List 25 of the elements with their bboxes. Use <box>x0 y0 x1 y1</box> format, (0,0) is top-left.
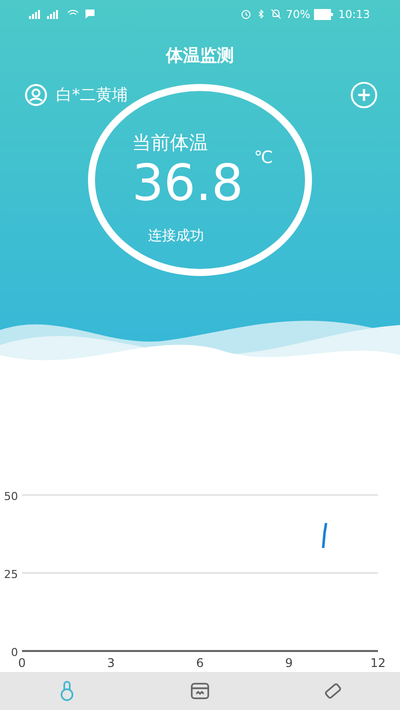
inbox-tab-icon[interactable] <box>188 680 211 702</box>
user-name[interactable]: 白*二黄埔 <box>56 84 128 106</box>
bluetooth-icon <box>256 8 266 20</box>
alarm-icon <box>240 8 252 20</box>
page-title: 体温监测 <box>164 45 235 67</box>
x-tick-label: 0 <box>18 656 26 670</box>
x-tick-label: 12 <box>370 656 386 670</box>
y-tick-label: 0 <box>11 646 18 659</box>
x-tick-label: 9 <box>285 656 293 670</box>
battery-icon <box>314 8 334 20</box>
connection-status: 连接成功 <box>148 227 204 245</box>
temperature-unit: ℃ <box>254 148 274 168</box>
add-icon <box>350 81 378 109</box>
chat-icon <box>84 8 96 20</box>
temperature-value: 36.8 <box>132 154 244 212</box>
reading-label: 当前体温 <box>132 131 208 156</box>
battery-percent: 70% <box>286 8 310 20</box>
temperature-line <box>322 522 328 548</box>
y-tick-label: 50 <box>4 490 18 503</box>
mute-icon <box>270 8 282 20</box>
y-tick-label: 25 <box>4 568 18 581</box>
x-tick-label: 6 <box>196 656 204 670</box>
clock-time: 10:13 <box>338 8 370 20</box>
user-icon <box>24 83 48 107</box>
x-tick-label: 3 <box>107 656 115 670</box>
